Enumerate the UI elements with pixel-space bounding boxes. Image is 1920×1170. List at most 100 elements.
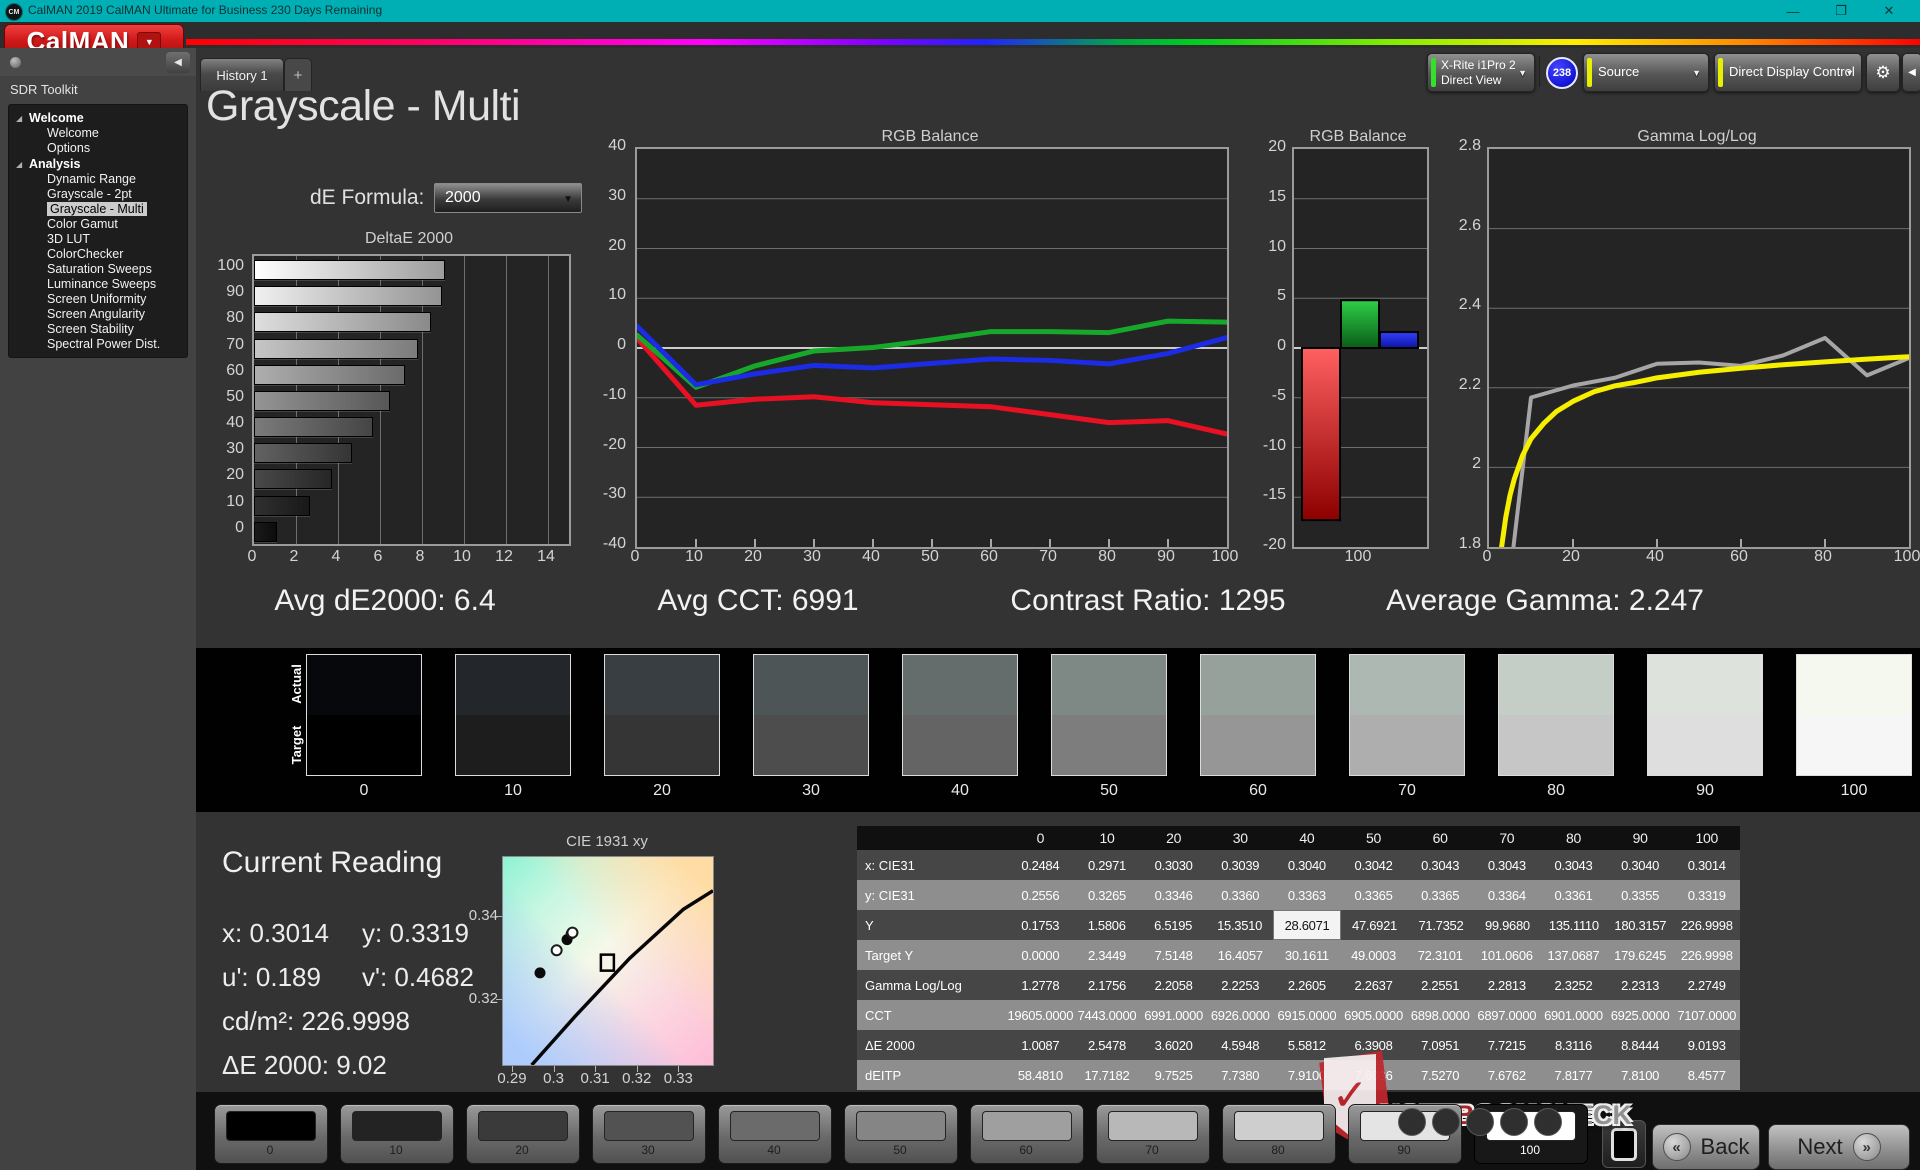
sidebar-collapse-button[interactable]: ◀ <box>166 52 190 73</box>
gray-swatch-0 <box>306 654 422 776</box>
table-cell: 7.7215 <box>1487 1037 1526 1053</box>
actual-swatch <box>1052 655 1166 715</box>
sidebar-item-color-gamut[interactable]: Color Gamut <box>9 217 187 232</box>
pattern-nav-button[interactable] <box>1500 1108 1528 1136</box>
delta-e-xtick: 10 <box>453 548 471 565</box>
actual-swatch <box>1350 655 1464 715</box>
table-cell: 226.9998 <box>1680 947 1733 963</box>
settings-button[interactable]: ⚙ <box>1866 53 1900 92</box>
next-button[interactable]: Next » <box>1768 1124 1910 1170</box>
pattern-nav-button[interactable] <box>1432 1108 1460 1136</box>
reading-u: u': 0.189 <box>222 962 321 993</box>
sidebar-item-screen-angularity[interactable]: Screen Angularity <box>9 307 187 322</box>
sidebar-item-grayscale-2pt[interactable]: Grayscale - 2pt <box>9 187 187 202</box>
pattern-nav-button[interactable] <box>1466 1108 1494 1136</box>
minimize-button[interactable]: — <box>1776 0 1810 22</box>
table-cell: 2.2813 <box>1487 977 1526 993</box>
rgb-line-xtick: 40 <box>862 548 880 565</box>
table-cell: 0.3365 <box>1354 887 1393 903</box>
table-cell: 7.7380 <box>1221 1067 1260 1083</box>
pattern-level-button-80[interactable]: 80 <box>1222 1104 1336 1164</box>
pattern-level-button-70[interactable]: 70 <box>1096 1104 1210 1164</box>
pattern-level-button-60[interactable]: 60 <box>970 1104 1084 1164</box>
table-cell: 7.6762 <box>1487 1067 1526 1083</box>
gamma-ytick: 2.2 <box>1458 375 1481 393</box>
actual-swatch <box>903 655 1017 715</box>
sidebar-item-screen-uniformity[interactable]: Screen Uniformity <box>9 292 187 307</box>
pattern-level-button-0[interactable]: 0 <box>214 1104 328 1164</box>
gridline <box>506 256 507 544</box>
table-header-cell: 80 <box>1565 830 1581 846</box>
table-cell: 7.9100 <box>1287 1067 1326 1083</box>
expander-icon: ◢ <box>16 160 23 169</box>
sidebar-title: SDR Toolkit <box>10 82 78 97</box>
table-row-gamma-log-log: Gamma Log/Log 1.2778 2.1756 2.2058 2.2253 2.2… <box>857 970 1740 1000</box>
delta-e-xtick: 4 <box>331 548 341 565</box>
table-cell: 9.7525 <box>1154 1067 1193 1083</box>
chevron-left-icon: ◀ <box>1908 67 1916 78</box>
table-cell: 2.2551 <box>1421 977 1460 993</box>
gray-swatch-label: 20 <box>653 782 671 799</box>
table-cell: 7.0951 <box>1421 1037 1460 1053</box>
table-cell: 2.5478 <box>1087 1037 1126 1053</box>
sidebar-item-grayscale-multi[interactable]: Grayscale - Multi <box>9 202 187 217</box>
sidebar-item-dynamic-range[interactable]: Dynamic Range <box>9 172 187 187</box>
pattern-level-button-30[interactable]: 30 <box>592 1104 706 1164</box>
source-dropdown[interactable]: Source ▼ <box>1583 53 1709 92</box>
table-cell: 99.9680 <box>1484 917 1530 933</box>
sidebar-item-options[interactable]: Options <box>9 141 187 156</box>
sidebar-item-screen-stability[interactable]: Screen Stability <box>9 322 187 337</box>
table-cell: 8.4577 <box>1687 1067 1726 1083</box>
sidebar-item-saturation-sweeps[interactable]: Saturation Sweeps <box>9 262 187 277</box>
meter-count-badge[interactable]: 238 <box>1546 57 1578 89</box>
status-dot-icon <box>10 57 21 68</box>
pattern-level-button-40[interactable]: 40 <box>718 1104 832 1164</box>
de-formula-dropdown[interactable]: 2000 ▼ <box>434 183 582 213</box>
table-cell: 4.5948 <box>1221 1037 1260 1053</box>
table-cell: 6897.0000 <box>1477 1007 1537 1023</box>
back-button[interactable]: « Back <box>1652 1124 1760 1170</box>
pattern-window-button[interactable] <box>1602 1120 1646 1168</box>
sidebar-item-spectral-power-dist[interactable]: Spectral Power Dist. <box>9 337 187 352</box>
table-header-cell: 10 <box>1099 830 1115 846</box>
de-formula-label: dE Formula: <box>310 186 425 209</box>
cd-label: cd/m²: <box>222 1006 295 1036</box>
table-cell: 0.3043 <box>1421 857 1460 873</box>
sidebar-item-welcome[interactable]: Welcome <box>9 126 187 141</box>
collapse-toolbar-button[interactable]: ◀ <box>1902 53 1920 92</box>
cie-ytick-mark <box>496 998 502 1000</box>
actual-swatch <box>1499 655 1613 715</box>
pattern-level-button-20[interactable]: 20 <box>466 1104 580 1164</box>
display-control-dropdown[interactable]: Direct Display Control ▼ <box>1714 53 1862 92</box>
cie-xtick: 0.31 <box>580 1070 610 1087</box>
back-arrows-icon: « <box>1662 1133 1691 1161</box>
table-cell: 6991.0000 <box>1144 1007 1203 1023</box>
rgb-line-ytick: 0 <box>617 336 626 353</box>
sidebar-item-3d-lut[interactable]: 3D LUT <box>9 232 187 247</box>
pattern-level-button-50[interactable]: 50 <box>844 1104 958 1164</box>
sidebar-item-luminance-sweeps[interactable]: Luminance Sweeps <box>9 277 187 292</box>
pattern-nav-button[interactable] <box>1534 1108 1562 1136</box>
source-status-stripe <box>1587 58 1592 87</box>
pattern-level-button-10[interactable]: 10 <box>340 1104 454 1164</box>
sidebar-group-analysis[interactable]: ◢ Analysis <box>9 156 187 172</box>
actual-swatch <box>605 655 719 715</box>
u-value: 0.189 <box>255 962 321 992</box>
table-cell: 0.3014 <box>1687 857 1726 873</box>
rgb-bar-xtick: 100 <box>1344 548 1372 565</box>
close-button[interactable]: ✕ <box>1872 0 1906 22</box>
page-title: Grayscale - Multi <box>206 82 521 130</box>
table-cell: 0.3355 <box>1621 887 1660 903</box>
delta-e-bar <box>254 364 405 385</box>
sidebar-group-welcome[interactable]: ◢ Welcome <box>9 110 187 126</box>
meter-dropdown[interactable]: X-Rite i1Pro 2 Direct View ▼ <box>1427 53 1535 92</box>
pattern-level-label: 10 <box>389 1143 403 1157</box>
table-row-e-2000: ΔE 2000 1.0087 2.5478 3.6020 4.5948 5.5812 6.3… <box>857 1030 1740 1060</box>
gray-swatch-label: 100 <box>1840 782 1868 799</box>
pattern-level-label: 70 <box>1145 1143 1159 1157</box>
pattern-nav-button[interactable] <box>1398 1108 1426 1136</box>
sidebar-item-colorchecker[interactable]: ColorChecker <box>9 247 187 262</box>
delta-e-chart <box>252 254 571 546</box>
table-row-label: Target Y <box>865 947 914 963</box>
restore-button[interactable]: ❐ <box>1824 0 1858 22</box>
